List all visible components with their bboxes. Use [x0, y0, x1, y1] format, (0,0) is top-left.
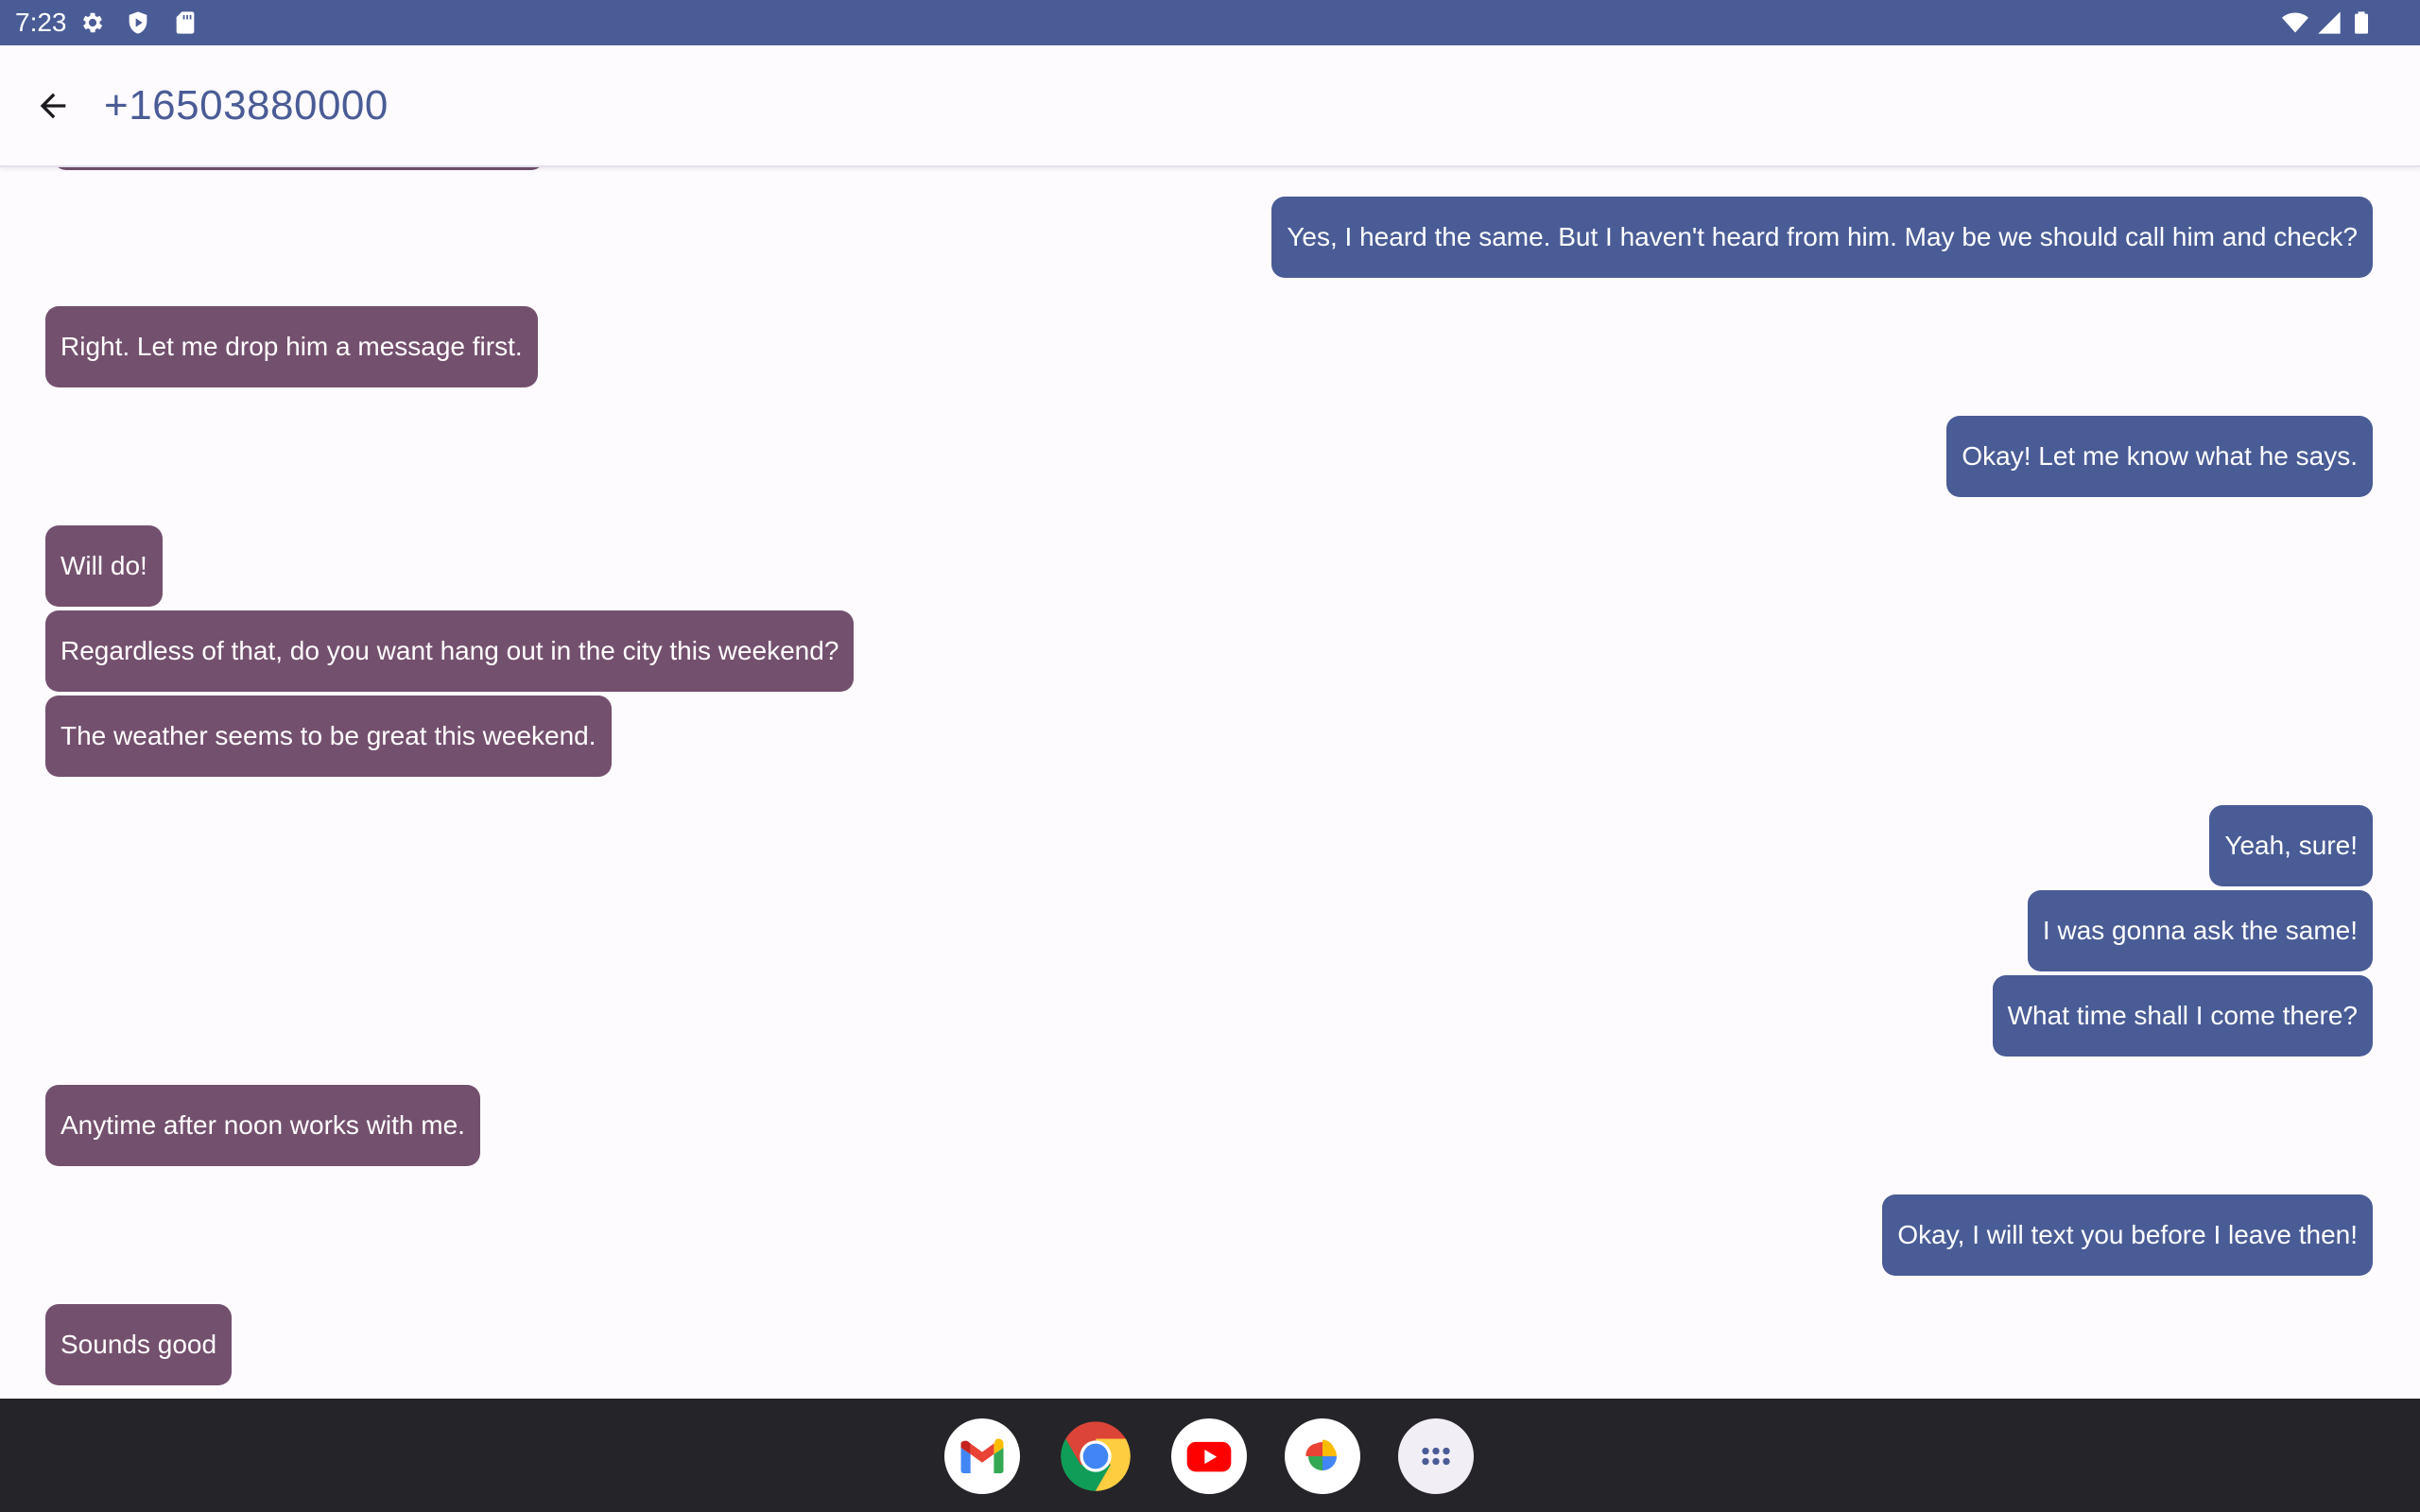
settings-icon	[82, 12, 103, 33]
photos-logo	[1305, 1439, 1337, 1470]
status-bar: 7:23	[0, 0, 2420, 45]
cell-signal-icon	[2318, 11, 2341, 34]
message-bubble-outgoing[interactable]: Yes, I heard the same. But I haven't hea…	[1271, 197, 2373, 278]
message-bubble-incoming[interactable]: Anytime after noon works with me.	[45, 1085, 480, 1166]
app-drawer-icon[interactable]	[1398, 1418, 1474, 1494]
chrome-logo	[1061, 1421, 1131, 1491]
arrow-back-icon	[40, 93, 66, 119]
wifi-icon	[2282, 12, 2308, 33]
battery-icon	[2355, 11, 2368, 34]
back-button[interactable]	[19, 77, 87, 134]
message-list[interactable]: Yes, I heard the same. But I haven't hea…	[0, 166, 2420, 1399]
status-time: 7:23	[15, 8, 67, 37]
message-bubble-incoming[interactable]: Sounds good	[45, 1304, 233, 1385]
message-bubble-incoming[interactable]: Regardless of that, do you want hang out…	[45, 610, 855, 692]
youtube-icon[interactable]	[1171, 1418, 1247, 1494]
taskbar	[0, 1399, 2420, 1512]
message-bubble-outgoing[interactable]: What time shall I come there?	[1992, 975, 2373, 1057]
message-bubble-incoming[interactable]: Will do!	[45, 525, 163, 607]
gmail-icon[interactable]	[944, 1418, 1020, 1494]
gmail-logo	[960, 1438, 1004, 1473]
chrome-icon[interactable]	[1058, 1418, 1133, 1494]
app-bar: +16503880000	[0, 45, 2420, 167]
youtube-logo	[1186, 1441, 1232, 1472]
message-bubble-outgoing[interactable]: Yeah, sure!	[2209, 805, 2373, 886]
message-bubble-incoming[interactable]: Right. Let me drop him a message first.	[45, 306, 538, 387]
photos-icon[interactable]	[1285, 1418, 1360, 1494]
message-bubble-outgoing[interactable]: I was gonna ask the same!	[2027, 890, 2373, 971]
conversation-title: +16503880000	[104, 82, 389, 129]
message-bubble-incoming[interactable]: The weather seems to be great this weeke…	[45, 696, 612, 777]
message-bubble-outgoing[interactable]: Okay! Let me know what he says.	[1946, 416, 2373, 497]
shield-icon	[129, 11, 147, 34]
sd-card-icon	[176, 11, 195, 34]
message-bubble-outgoing[interactable]: Okay, I will text you before I leave the…	[1882, 1194, 2373, 1276]
grid-dots-icon	[1422, 1447, 1450, 1466]
